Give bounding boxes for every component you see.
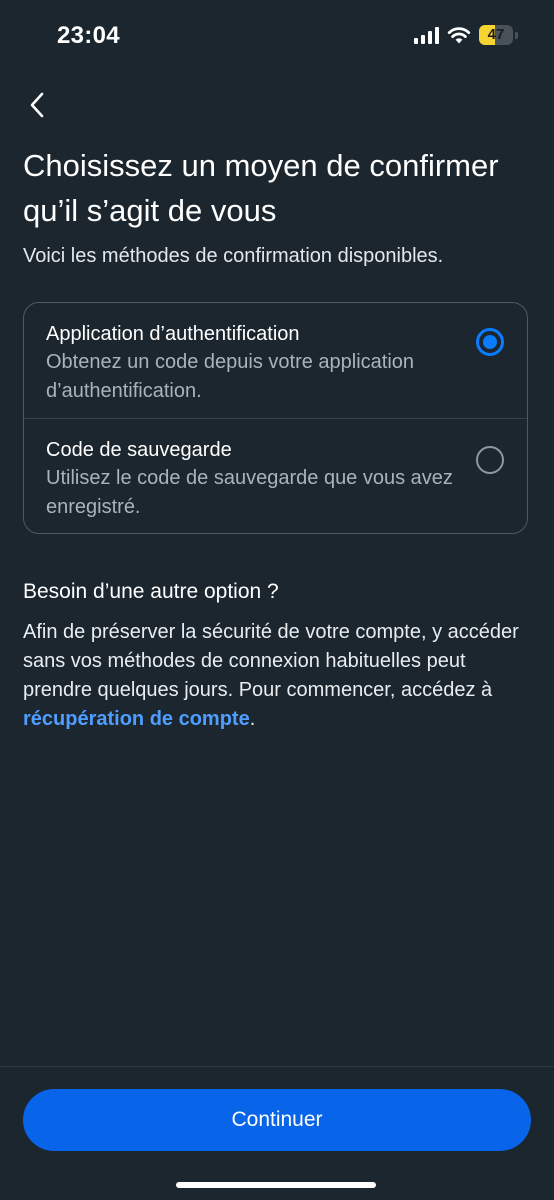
continue-button[interactable]: Continuer	[23, 1089, 531, 1151]
help-text: Afin de préserver la sécurité de votre c…	[23, 618, 533, 734]
radio-selected[interactable]	[476, 328, 504, 356]
back-button[interactable]	[22, 88, 52, 122]
status-icons: 47	[414, 25, 518, 45]
option-description: Utilisez le code de sauvegarde que vous …	[46, 467, 453, 518]
confirmation-options: Application d’authentification Obtenez u…	[23, 302, 528, 534]
status-time: 23:04	[57, 22, 120, 49]
battery-tip	[515, 31, 518, 39]
help-text-end: .	[249, 708, 256, 730]
status-bar: 23:04 47	[0, 0, 554, 74]
option-description: Obtenez un code depuis votre application…	[46, 351, 415, 402]
account-recovery-link[interactable]: récupération de compte	[23, 708, 250, 730]
option-title: Code de sauvegarde	[46, 439, 232, 461]
page-subtitle: Voici les méthodes de confirmation dispo…	[23, 245, 444, 267]
help-text-body: Afin de préserver la sécurité de votre c…	[23, 621, 519, 701]
option-title: Application d’authentification	[46, 323, 300, 345]
cellular-signal-icon	[414, 26, 439, 44]
battery-level: 47	[487, 26, 505, 43]
option-authenticator-app[interactable]: Application d’authentification Obtenez u…	[24, 303, 527, 419]
option-backup-code[interactable]: Code de sauvegarde Utilisez le code de s…	[24, 419, 527, 535]
home-indicator	[176, 1182, 376, 1188]
wifi-icon	[447, 27, 471, 44]
radio-unselected[interactable]	[476, 446, 504, 474]
help-title: Besoin d’une autre option ?	[23, 580, 279, 603]
battery-icon: 47	[479, 25, 513, 45]
page-title: Choisissez un moyen de confirmer qu’il s…	[23, 148, 499, 228]
footer-divider	[0, 1066, 554, 1067]
chevron-left-icon	[30, 92, 44, 118]
